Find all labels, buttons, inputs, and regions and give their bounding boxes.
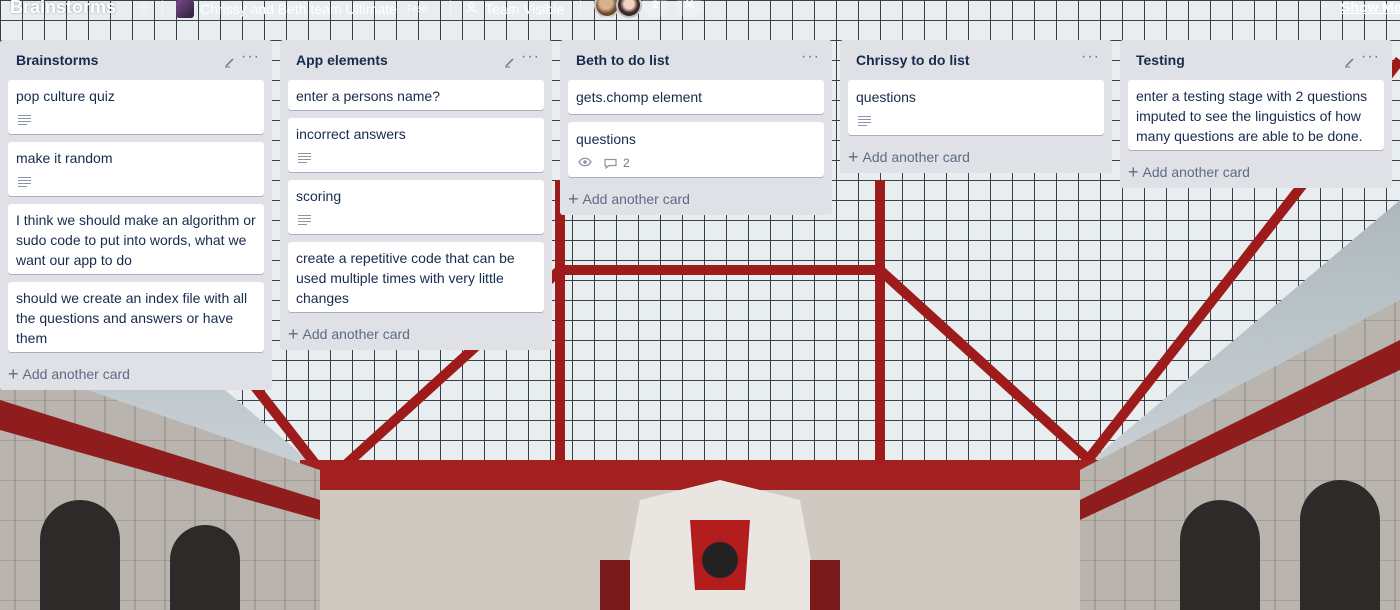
plus-icon: + — [1128, 162, 1139, 182]
team-name: Chrissy and Beth team Ultimate — [200, 1, 397, 17]
description-lines-icon — [858, 115, 872, 127]
comment-count: 2 — [623, 156, 630, 170]
more-dots-icon[interactable]: ··· — [521, 48, 540, 66]
header-divider — [162, 0, 163, 16]
description-lines-icon — [298, 214, 312, 226]
list-title[interactable]: Testing — [1136, 52, 1185, 68]
card[interactable]: incorrect answers — [288, 118, 544, 172]
visibility-label: Team Visible — [485, 1, 565, 17]
plus-icon: + — [8, 364, 19, 384]
card[interactable]: questions 2 — [568, 122, 824, 177]
add-card-label: Add another card — [1142, 164, 1250, 180]
list-testing: Testing ··· enter a testing stage with 2… — [1120, 40, 1392, 188]
card-title: questions — [856, 89, 916, 105]
team-button[interactable]: Chrissy and Beth team Ultimate Free — [176, 0, 427, 18]
list-header[interactable]: Brainstorms ··· — [0, 40, 272, 80]
plus-icon: + — [568, 189, 579, 209]
card-title: enter a persons name? — [296, 88, 440, 104]
list-header[interactable]: Chrissy to do list ··· — [840, 40, 1112, 80]
card[interactable]: enter a testing stage with 2 questions i… — [1128, 80, 1384, 150]
card[interactable]: should we create an index file with all … — [8, 282, 264, 352]
add-card-label: Add another card — [862, 149, 970, 165]
card-title: make it random — [16, 150, 113, 166]
board-title[interactable]: Brainstorms — [10, 0, 116, 18]
card[interactable]: make it random — [8, 142, 264, 196]
list-header[interactable]: App elements ··· — [280, 40, 552, 80]
header-divider — [450, 0, 451, 16]
more-dots-icon[interactable]: ··· — [1081, 48, 1100, 66]
people-icon — [466, 2, 477, 16]
list-title[interactable]: Brainstorms — [16, 52, 98, 68]
description-lines-icon — [298, 152, 312, 164]
add-card-label: Add another card — [302, 326, 410, 342]
list-brainstorms: Brainstorms ··· pop culture quiz make it… — [0, 40, 272, 390]
list-chrissy-to-do: Chrissy to do list ··· questions + Add a… — [840, 40, 1112, 173]
add-card-button[interactable]: + Add another card — [840, 143, 1112, 173]
plus-icon: + — [288, 324, 299, 344]
card-title: enter a testing stage with 2 questions i… — [1136, 88, 1368, 144]
list-header[interactable]: Testing ··· — [1120, 40, 1392, 80]
card[interactable]: gets.chomp element — [568, 80, 824, 114]
list-title[interactable]: App elements — [296, 52, 388, 68]
card-title: questions — [576, 131, 636, 147]
list-title[interactable]: Beth to do list — [576, 52, 669, 68]
show-menu-link[interactable]: Show Me — [1341, 0, 1400, 15]
avatar[interactable] — [616, 0, 642, 18]
star-icon[interactable]: ☆ — [135, 0, 153, 17]
visibility-button[interactable]: Team Visible — [466, 0, 564, 18]
card-title: create a repetitive code that can be use… — [296, 250, 515, 306]
description-lines-icon — [18, 114, 32, 126]
add-member-icon[interactable] — [676, 0, 702, 18]
card-title: should we create an index file with all … — [16, 290, 248, 346]
list-title[interactable]: Chrissy to do list — [856, 52, 970, 68]
more-dots-icon[interactable]: ··· — [801, 48, 820, 66]
board-header: Brainstorms ☆ Chrissy and Beth team Ulti… — [0, 0, 1400, 20]
more-dots-icon[interactable]: ··· — [1320, 0, 1333, 13]
list-header[interactable]: Beth to do list ··· — [560, 40, 832, 80]
card[interactable]: scoring — [288, 180, 544, 234]
pencil-icon[interactable] — [504, 56, 516, 68]
pencil-icon[interactable] — [224, 56, 236, 68]
plan-badge: Free — [406, 3, 428, 15]
card-title: incorrect answers — [296, 126, 406, 142]
eye-icon — [578, 153, 592, 173]
plus-icon: + — [848, 147, 859, 167]
card[interactable]: questions — [848, 80, 1104, 135]
more-dots-icon[interactable]: ··· — [1361, 48, 1380, 66]
card[interactable]: pop culture quiz — [8, 80, 264, 134]
header-divider — [580, 0, 581, 16]
add-card-button[interactable]: + Add another card — [560, 185, 832, 215]
comment-icon — [604, 158, 617, 169]
card-title: I think we should make an algorithm or s… — [16, 212, 256, 268]
add-card-button[interactable]: + Add another card — [0, 360, 272, 390]
card[interactable]: I think we should make an algorithm or s… — [8, 204, 264, 274]
list-app-elements: App elements ··· enter a persons name? i… — [280, 40, 552, 350]
card[interactable]: enter a persons name? — [288, 80, 544, 110]
member-count-badge[interactable]: 2 — [642, 0, 668, 18]
more-dots-icon[interactable]: ··· — [241, 48, 260, 66]
add-card-button[interactable]: + Add another card — [280, 320, 552, 350]
card-title: pop culture quiz — [16, 88, 115, 104]
card-title: scoring — [296, 188, 342, 204]
add-card-label: Add another card — [22, 366, 130, 382]
list-beth-to-do: Beth to do list ··· gets.chomp element q… — [560, 40, 832, 215]
add-card-label: Add another card — [582, 191, 690, 207]
pencil-icon[interactable] — [1344, 56, 1356, 68]
team-avatar — [176, 0, 194, 18]
description-lines-icon — [18, 176, 32, 188]
comment-badge: 2 — [604, 153, 630, 173]
card-title: gets.chomp element — [576, 89, 703, 105]
add-card-button[interactable]: + Add another card — [1120, 158, 1392, 188]
member-avatars: 2 — [594, 0, 702, 20]
card[interactable]: create a repetitive code that can be use… — [288, 242, 544, 312]
